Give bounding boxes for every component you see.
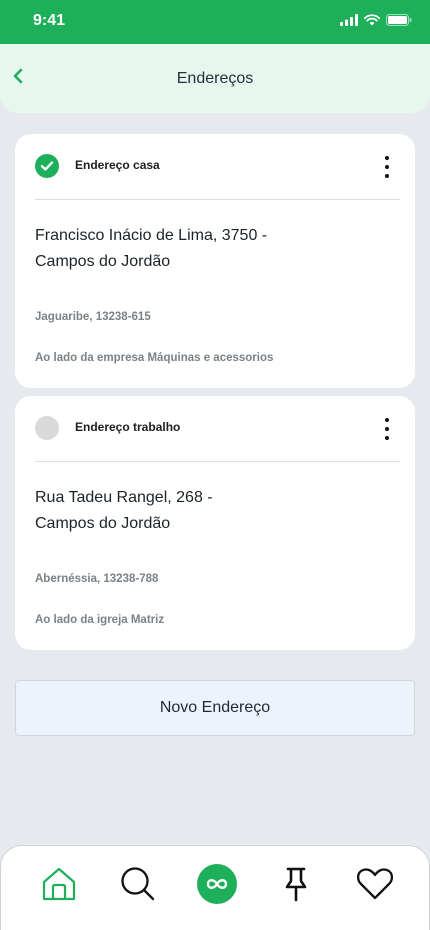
check-icon	[40, 161, 54, 171]
address-label: Endereço casa	[75, 158, 160, 172]
signal-icon	[340, 14, 358, 26]
pin-icon	[285, 867, 307, 902]
address-label: Endereço trabalho	[75, 420, 181, 434]
infinity-icon	[197, 864, 237, 904]
wifi-icon	[364, 14, 380, 26]
bottom-nav	[0, 845, 430, 930]
address-card-home[interactable]: Endereço casa Francisco Inácio de Lima, …	[15, 134, 415, 388]
more-options-icon[interactable]	[379, 418, 395, 440]
address-street-line1: Rua Tadeu Rangel, 268 -	[35, 489, 213, 506]
heart-icon	[356, 868, 394, 900]
address-card-work[interactable]: Endereço trabalho Rua Tadeu Rangel, 268 …	[15, 396, 415, 650]
address-street: Francisco Inácio de Lima, 3750 - Campos …	[35, 223, 335, 275]
battery-icon	[386, 14, 412, 26]
header: Endereços	[0, 44, 430, 113]
address-reference: Ao lado da empresa Máquinas e acessorios	[35, 352, 274, 364]
address-reference: Ao lado da igreja Matriz	[35, 614, 165, 626]
address-street-line2: Campos do Jordão	[35, 253, 171, 270]
more-options-icon[interactable]	[379, 156, 395, 178]
nav-search[interactable]	[118, 864, 158, 904]
home-icon	[42, 867, 76, 901]
nav-favorites[interactable]	[355, 864, 395, 904]
divider	[35, 199, 400, 200]
search-icon	[121, 867, 155, 901]
nav-infinity[interactable]	[197, 864, 237, 904]
nav-home[interactable]	[39, 864, 79, 904]
address-select-radio[interactable]	[35, 416, 59, 440]
address-street-line2: Campos do Jordão	[35, 515, 171, 532]
page-title: Endereços	[176, 70, 254, 87]
address-district: Abernéssia, 13238-788	[35, 573, 159, 585]
status-bar: 9:41	[0, 0, 430, 44]
address-street-line1: Francisco Inácio de Lima, 3750 -	[35, 227, 268, 244]
nav-pin[interactable]	[276, 864, 316, 904]
new-address-button[interactable]: Novo Endereço	[15, 680, 415, 736]
status-icons	[340, 14, 412, 26]
address-street: Rua Tadeu Rangel, 268 - Campos do Jordão	[35, 485, 335, 537]
address-select-radio[interactable]	[35, 154, 59, 178]
address-district: Jaguaribe, 13238-615	[35, 311, 151, 323]
divider	[35, 461, 400, 462]
status-time: 9:41	[33, 12, 66, 29]
